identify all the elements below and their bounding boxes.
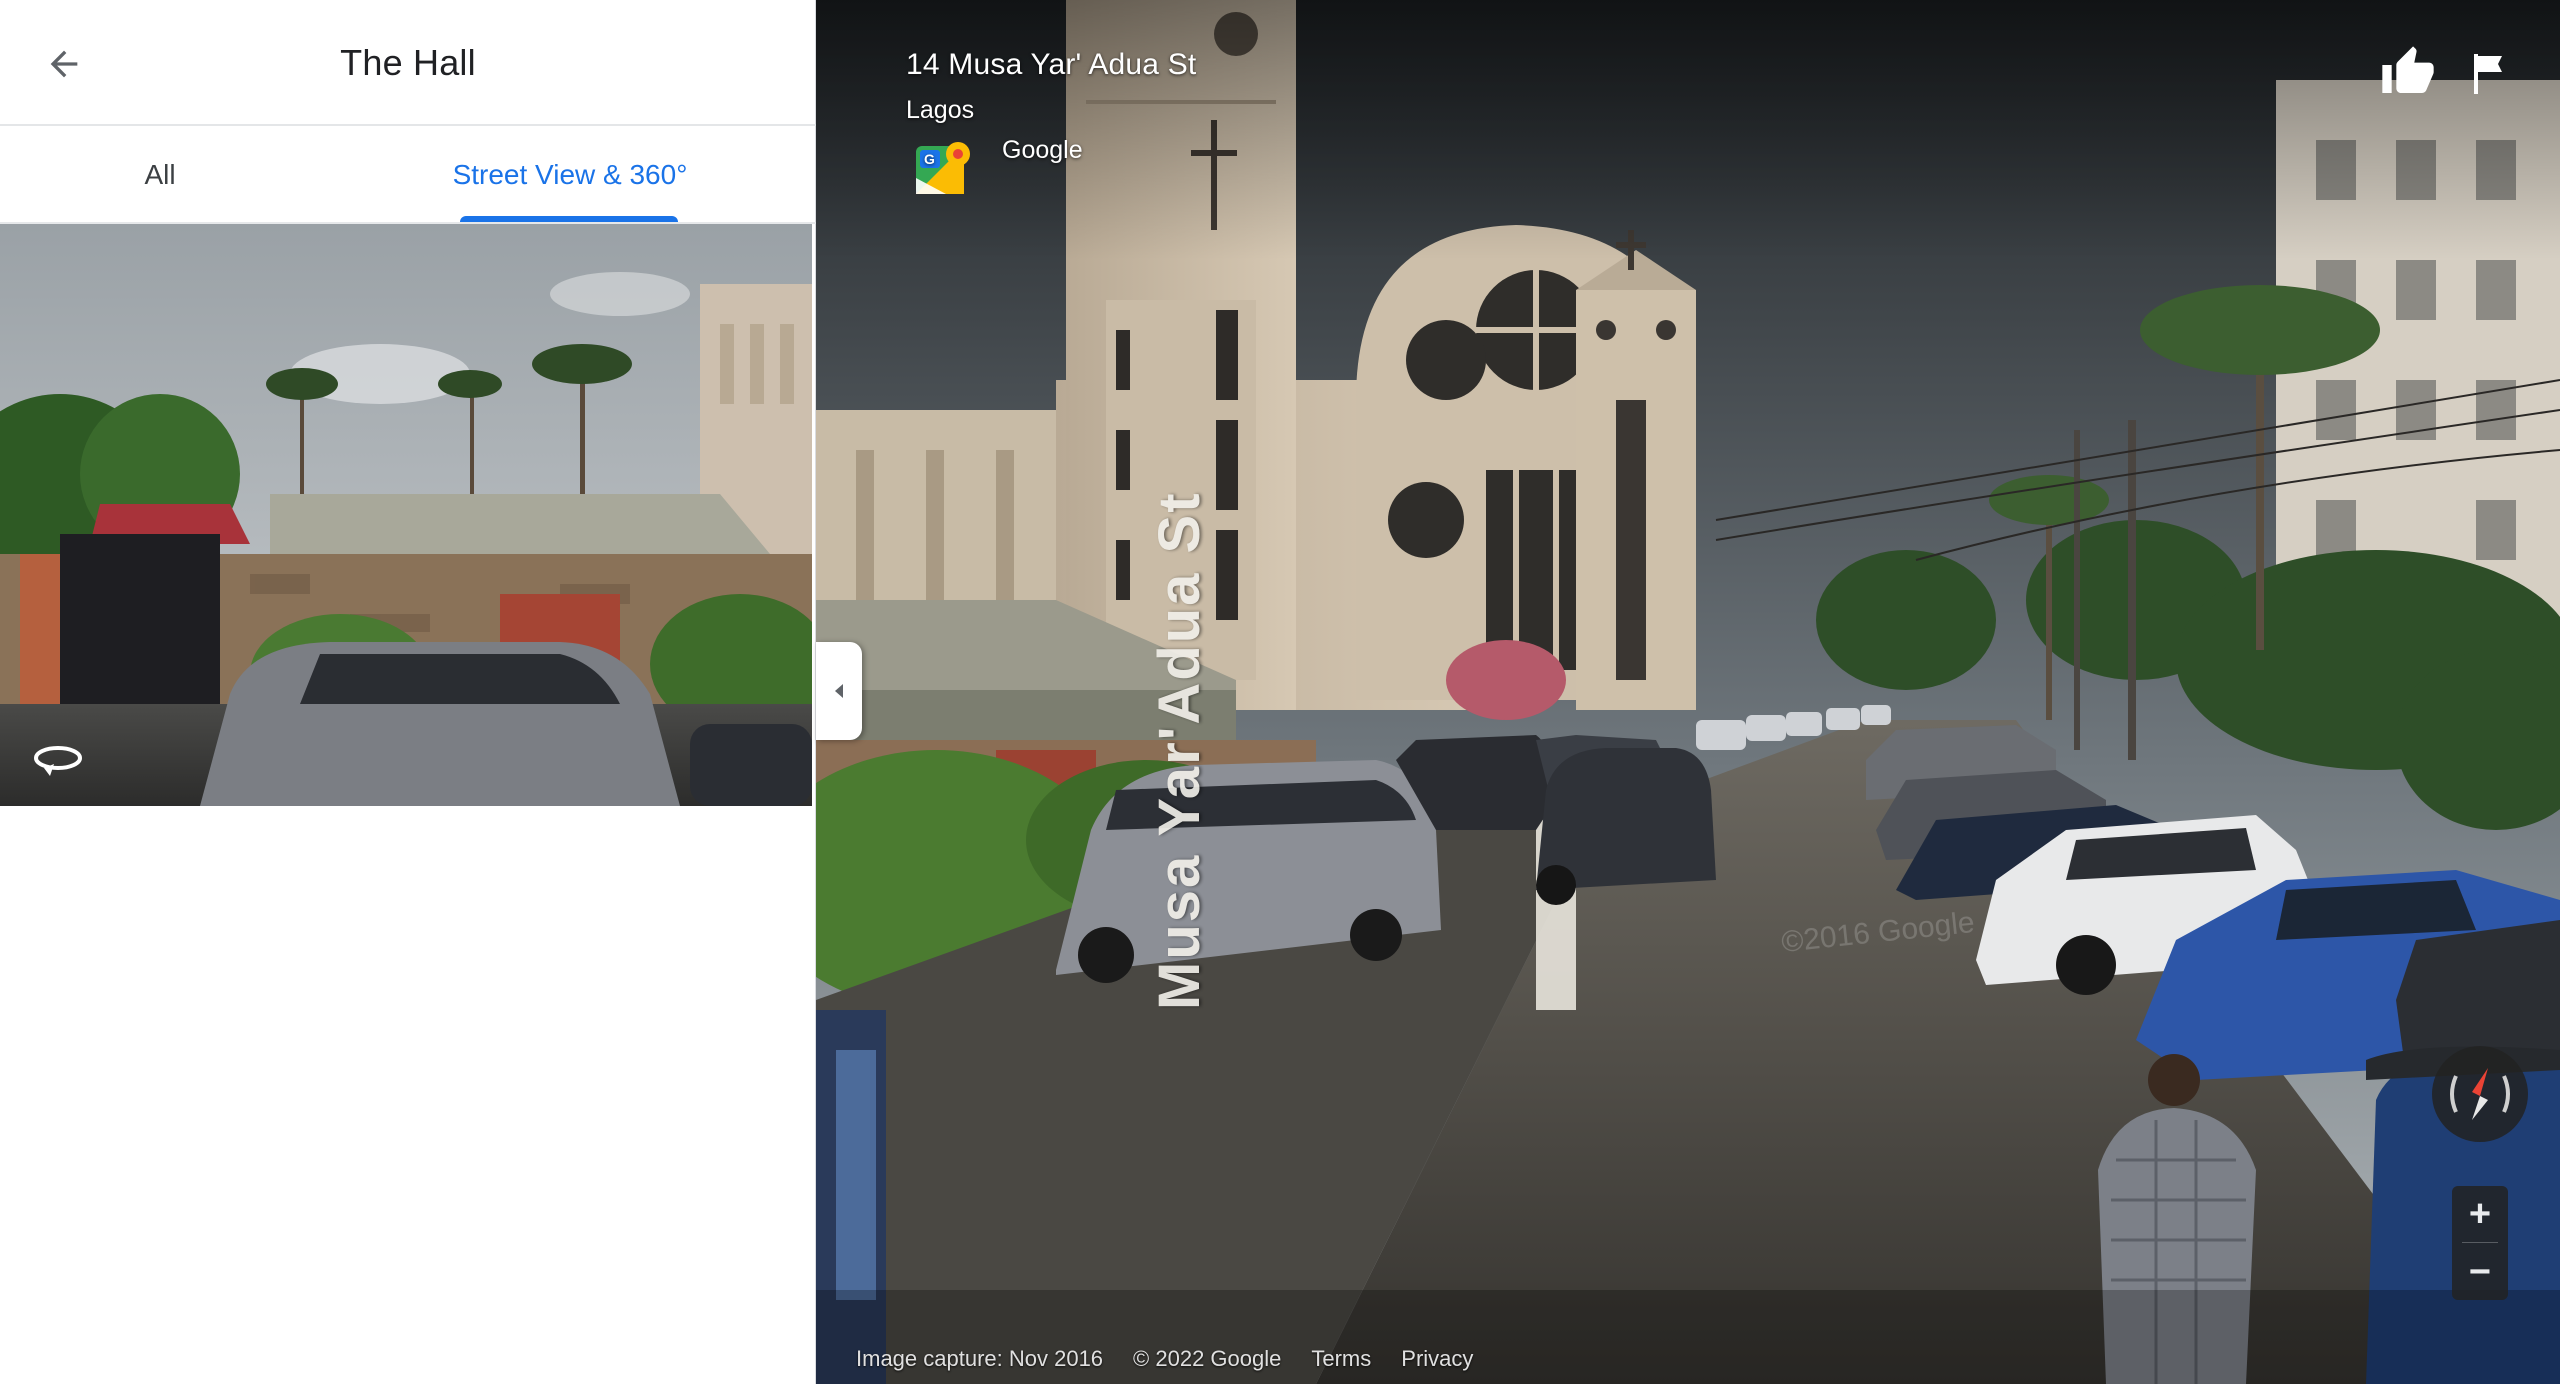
zoom-divider bbox=[2462, 1242, 2498, 1243]
google-maps-logo: G bbox=[916, 142, 970, 194]
tab-all-label: All bbox=[144, 159, 176, 190]
compass-icon bbox=[2450, 1068, 2510, 1120]
provider-row[interactable]: G Google bbox=[906, 134, 1266, 204]
active-tab-indicator bbox=[460, 216, 678, 222]
side-panel: The Hall All Street View & 360° bbox=[0, 0, 816, 1384]
panel-header: The Hall bbox=[0, 0, 816, 126]
provider-name: Google bbox=[1002, 136, 1083, 164]
terms-link[interactable]: Terms bbox=[1311, 1346, 1371, 1372]
flag-icon[interactable] bbox=[2470, 52, 2510, 96]
street-name-label: Musa Yar'Adua St bbox=[1146, 491, 1213, 1010]
zoom-control: + − bbox=[2452, 1186, 2508, 1300]
thumbs-up-icon[interactable] bbox=[2380, 44, 2436, 100]
street-view-panorama[interactable]: Musa Yar'Adua St ©2016 Google 14 Musa Ya… bbox=[816, 0, 2560, 1384]
address-card: 14 Musa Yar' Adua St Lagos bbox=[906, 48, 1196, 125]
panel-title: The Hall bbox=[340, 42, 476, 83]
street-view-thumbnail[interactable] bbox=[0, 224, 812, 806]
tab-street-view[interactable]: Street View & 360° bbox=[420, 128, 720, 222]
compass-control[interactable] bbox=[2432, 1046, 2528, 1142]
caret-left-icon bbox=[835, 684, 843, 698]
tab-all[interactable]: All bbox=[60, 128, 260, 222]
svg-text:G: G bbox=[924, 151, 935, 167]
zoom-in-button[interactable]: + bbox=[2452, 1186, 2508, 1242]
image-capture-date: Image capture: Nov 2016 bbox=[856, 1346, 1104, 1371]
city-line: Lagos bbox=[906, 96, 975, 124]
address-line: 14 Musa Yar' Adua St bbox=[906, 48, 1197, 81]
top-actions bbox=[2340, 44, 2560, 104]
panorama-image bbox=[816, 0, 2560, 1384]
footer-bar: Image capture: Nov 2016 © 2022 Google Te… bbox=[816, 1334, 2560, 1384]
privacy-link[interactable]: Privacy bbox=[1401, 1346, 1473, 1372]
tab-bar: All Street View & 360° bbox=[0, 128, 816, 224]
copyright-text: © 2022 Google bbox=[1133, 1346, 1282, 1371]
thumbnail-photo bbox=[0, 224, 812, 806]
street-name-text: Musa Yar'Adua St bbox=[1147, 491, 1212, 1010]
collapse-panel-button[interactable] bbox=[816, 642, 862, 740]
zoom-out-button[interactable]: − bbox=[2452, 1244, 2508, 1300]
360-rotate-icon bbox=[34, 746, 82, 776]
tab-street-view-label: Street View & 360° bbox=[452, 159, 688, 190]
